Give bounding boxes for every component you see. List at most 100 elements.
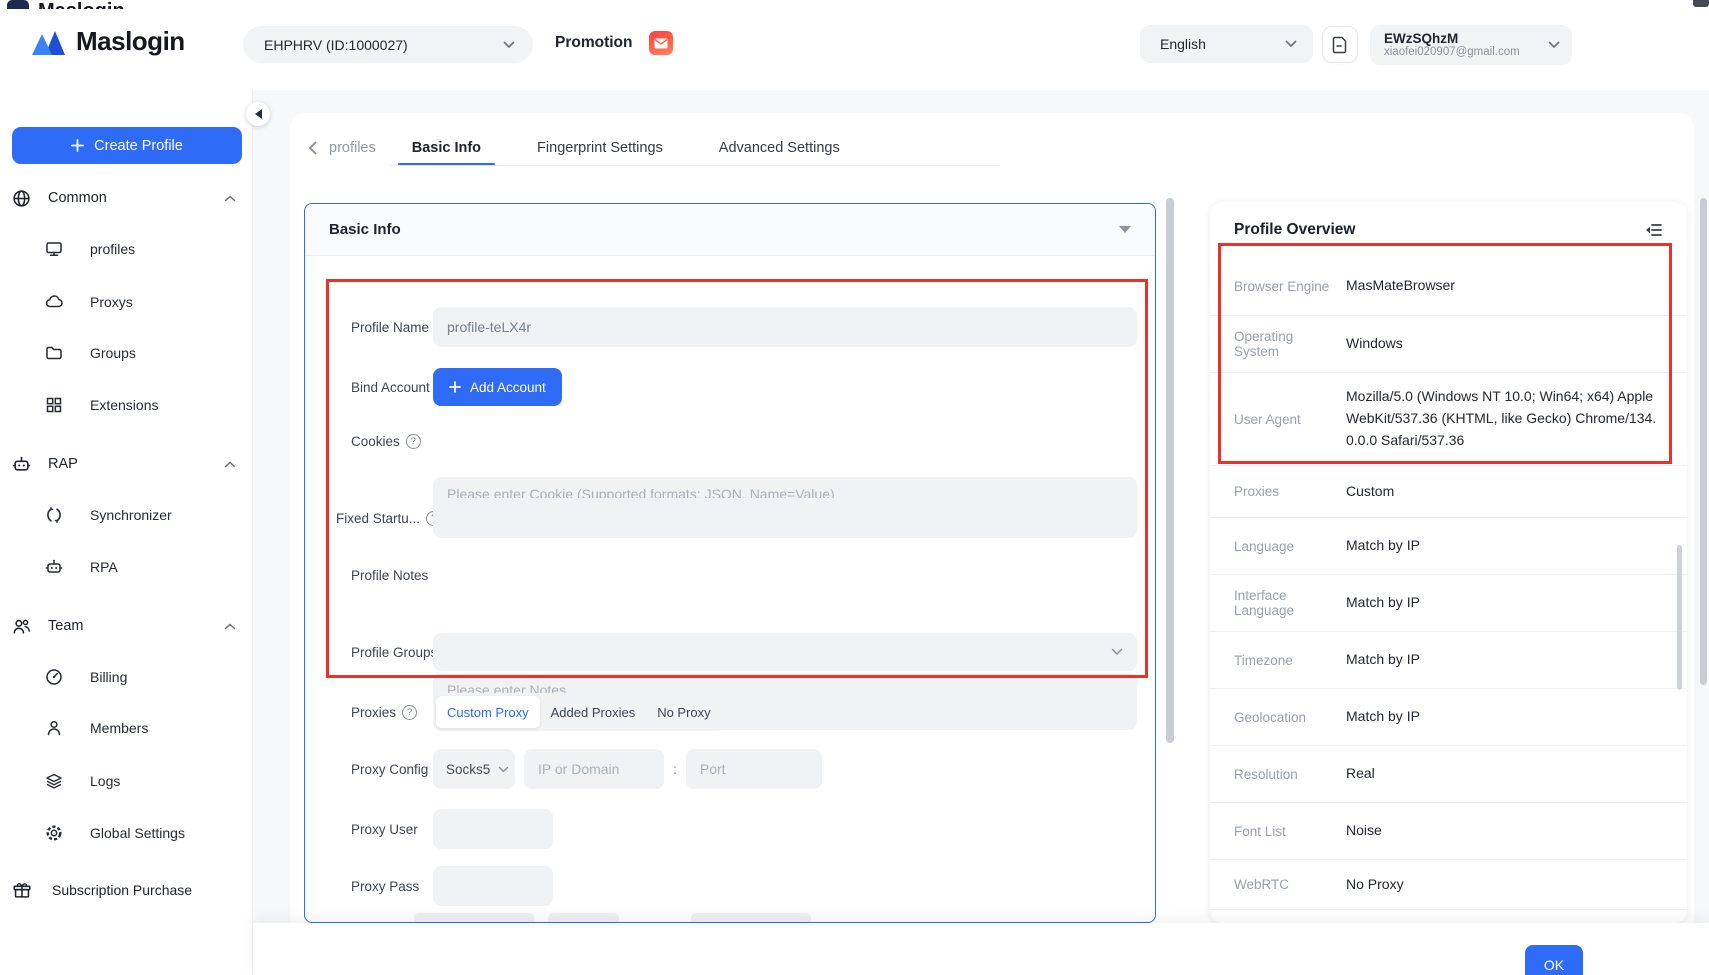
app-window: Maslogin Maslogin EHPHRV (ID:1000027) Pr… <box>0 0 1709 975</box>
app-favicon <box>7 0 29 9</box>
chevron-left-icon <box>308 141 317 155</box>
proxy-tab-none[interactable]: No Proxy <box>646 696 721 728</box>
panel-scrollbar[interactable] <box>1166 198 1174 743</box>
proxy-config-label: Proxy Config <box>351 749 428 789</box>
proxy-tab-added[interactable]: Added Proxies <box>540 696 647 728</box>
sidebar: Create Profile Common profiles Proxys Gr… <box>0 90 253 975</box>
promotion-link[interactable]: Promotion <box>555 31 673 55</box>
breadcrumb-back[interactable]: profiles <box>308 140 376 156</box>
logo-mark-icon <box>30 27 68 57</box>
breadcrumb-label: profiles <box>329 140 376 156</box>
add-account-button[interactable]: Add Account <box>433 368 562 406</box>
cutoff-element <box>414 913 534 922</box>
profile-name-input[interactable] <box>433 307 1137 347</box>
collapse-sidebar-button[interactable] <box>246 102 270 126</box>
sidebar-item-groups[interactable]: Groups <box>0 333 253 373</box>
language-value: English <box>1160 36 1206 52</box>
window-scrollbar[interactable] <box>1700 198 1707 685</box>
chevron-down-icon <box>1548 41 1560 49</box>
chevron-up-icon <box>224 195 236 202</box>
proxy-pass-label: Proxy Pass <box>351 866 419 906</box>
tab-advanced-settings[interactable]: Advanced Settings <box>719 113 840 183</box>
overview-header: Profile Overview <box>1210 202 1687 257</box>
promotion-label: Promotion <box>555 34 633 52</box>
overview-row: GeolocationMatch by IP <box>1210 689 1687 746</box>
panel-title: Basic Info <box>329 221 401 238</box>
ok-button[interactable]: OK <box>1525 945 1583 975</box>
workspace-select[interactable]: EHPHRV (ID:1000027) <box>243 26 533 63</box>
sidebar-item-label: Groups <box>90 345 136 361</box>
sidebar-section-team[interactable]: Team <box>0 606 253 646</box>
sidebar-item-profiles[interactable]: profiles <box>0 229 253 269</box>
overview-row: Font ListNoise <box>1210 803 1687 860</box>
proxy-pass-input[interactable] <box>433 866 553 906</box>
bind-account-label: Bind Account <box>351 368 430 406</box>
collapse-panel-icon[interactable] <box>1645 222 1663 238</box>
overview-row: Interface LanguageMatch by IP <box>1210 575 1687 632</box>
profile-groups-select[interactable] <box>433 633 1137 671</box>
sidebar-item-billing[interactable]: Billing <box>0 657 253 697</box>
proxy-type-value: Socks5 <box>446 762 490 777</box>
sidebar-item-rpa[interactable]: RPA <box>0 547 253 587</box>
sidebar-item-members[interactable]: Members <box>0 708 253 748</box>
team-icon <box>12 617 31 636</box>
proxy-type-select[interactable]: Socks5 <box>433 749 515 789</box>
robot-icon <box>45 558 63 576</box>
overview-row: Browser EngineMasMateBrowser <box>1210 257 1687 316</box>
gauge-icon <box>45 668 63 686</box>
proxies-field: Custom Proxy Added Proxies No Proxy <box>433 693 725 731</box>
grid-icon <box>45 396 63 414</box>
sidebar-item-label: Logs <box>90 773 120 789</box>
profile-overview-card: Profile Overview Browser EngineMasMateBr… <box>1210 202 1687 923</box>
sidebar-section-common[interactable]: Common <box>0 178 253 218</box>
proxy-tab-custom[interactable]: Custom Proxy <box>436 696 540 728</box>
sidebar-item-subscription-purchase[interactable]: Subscription Purchase <box>0 870 253 910</box>
collapse-caret-icon[interactable] <box>1119 226 1131 233</box>
top-bar: Maslogin Maslogin EHPHRV (ID:1000027) Pr… <box>0 0 1709 90</box>
help-icon[interactable] <box>406 434 421 449</box>
sidebar-item-synchronizer[interactable]: Synchronizer <box>0 495 253 535</box>
tab-basic-info[interactable]: Basic Info <box>412 113 481 183</box>
overview-rows: Browser EngineMasMateBrowser Operating S… <box>1210 257 1687 910</box>
basic-info-header[interactable]: Basic Info <box>305 204 1155 256</box>
sidebar-item-proxys[interactable]: Proxys <box>0 282 253 322</box>
sidebar-item-global-settings[interactable]: Global Settings <box>0 813 253 853</box>
proxy-config-field: Socks5 : <box>433 749 822 789</box>
proxy-port-input[interactable] <box>686 749 822 789</box>
chevron-down-icon <box>1285 40 1297 48</box>
overview-row: Operating SystemWindows <box>1210 316 1687 373</box>
proxy-user-input[interactable] <box>433 809 553 849</box>
fixed-startup-input[interactable] <box>433 498 1137 538</box>
sidebar-item-label: Global Settings <box>90 825 185 841</box>
help-icon[interactable] <box>402 705 417 720</box>
sidebar-section-rap[interactable]: RAP <box>0 444 253 484</box>
overview-row: LanguageMatch by IP <box>1210 518 1687 575</box>
gear-icon <box>45 824 63 842</box>
profile-groups-label: Profile Groups <box>351 633 437 671</box>
tab-fingerprint-settings[interactable]: Fingerprint Settings <box>537 113 663 183</box>
account-menu[interactable]: EWzSQhzM xiaofei020907@gmail.com <box>1370 25 1572 65</box>
fixed-startup-label: Fixed Startu... <box>336 498 441 538</box>
sidebar-item-extensions[interactable]: Extensions <box>0 385 253 425</box>
overview-row: TimezoneMatch by IP <box>1210 632 1687 689</box>
profile-name-label: Profile Name <box>351 307 429 347</box>
fixed-startup-field <box>433 498 1137 538</box>
window-corner-artifact <box>1693 0 1709 7</box>
create-profile-button[interactable]: Create Profile <box>12 127 242 164</box>
tab-divider <box>390 165 1000 166</box>
sidebar-item-label: Synchronizer <box>90 507 172 523</box>
overview-row: WebRTCNo Proxy <box>1210 860 1687 910</box>
language-select[interactable]: English <box>1140 25 1313 63</box>
overview-scrollbar[interactable] <box>1677 545 1682 690</box>
notes-document-button[interactable] <box>1322 26 1358 63</box>
proxy-user-label: Proxy User <box>351 809 418 849</box>
sidebar-item-logs[interactable]: Logs <box>0 761 253 801</box>
tabs: Basic Info Fingerprint Settings Advanced… <box>412 113 840 183</box>
proxy-ip-input[interactable] <box>524 749 664 789</box>
profile-notes-label: Profile Notes <box>351 562 428 588</box>
sidebar-item-label: Members <box>90 720 148 736</box>
proxies-label: Proxies <box>351 693 417 731</box>
footer-bar: OK <box>253 923 1709 975</box>
bind-account-field: Add Account <box>433 368 562 406</box>
sidebar-item-label: profiles <box>90 241 135 257</box>
